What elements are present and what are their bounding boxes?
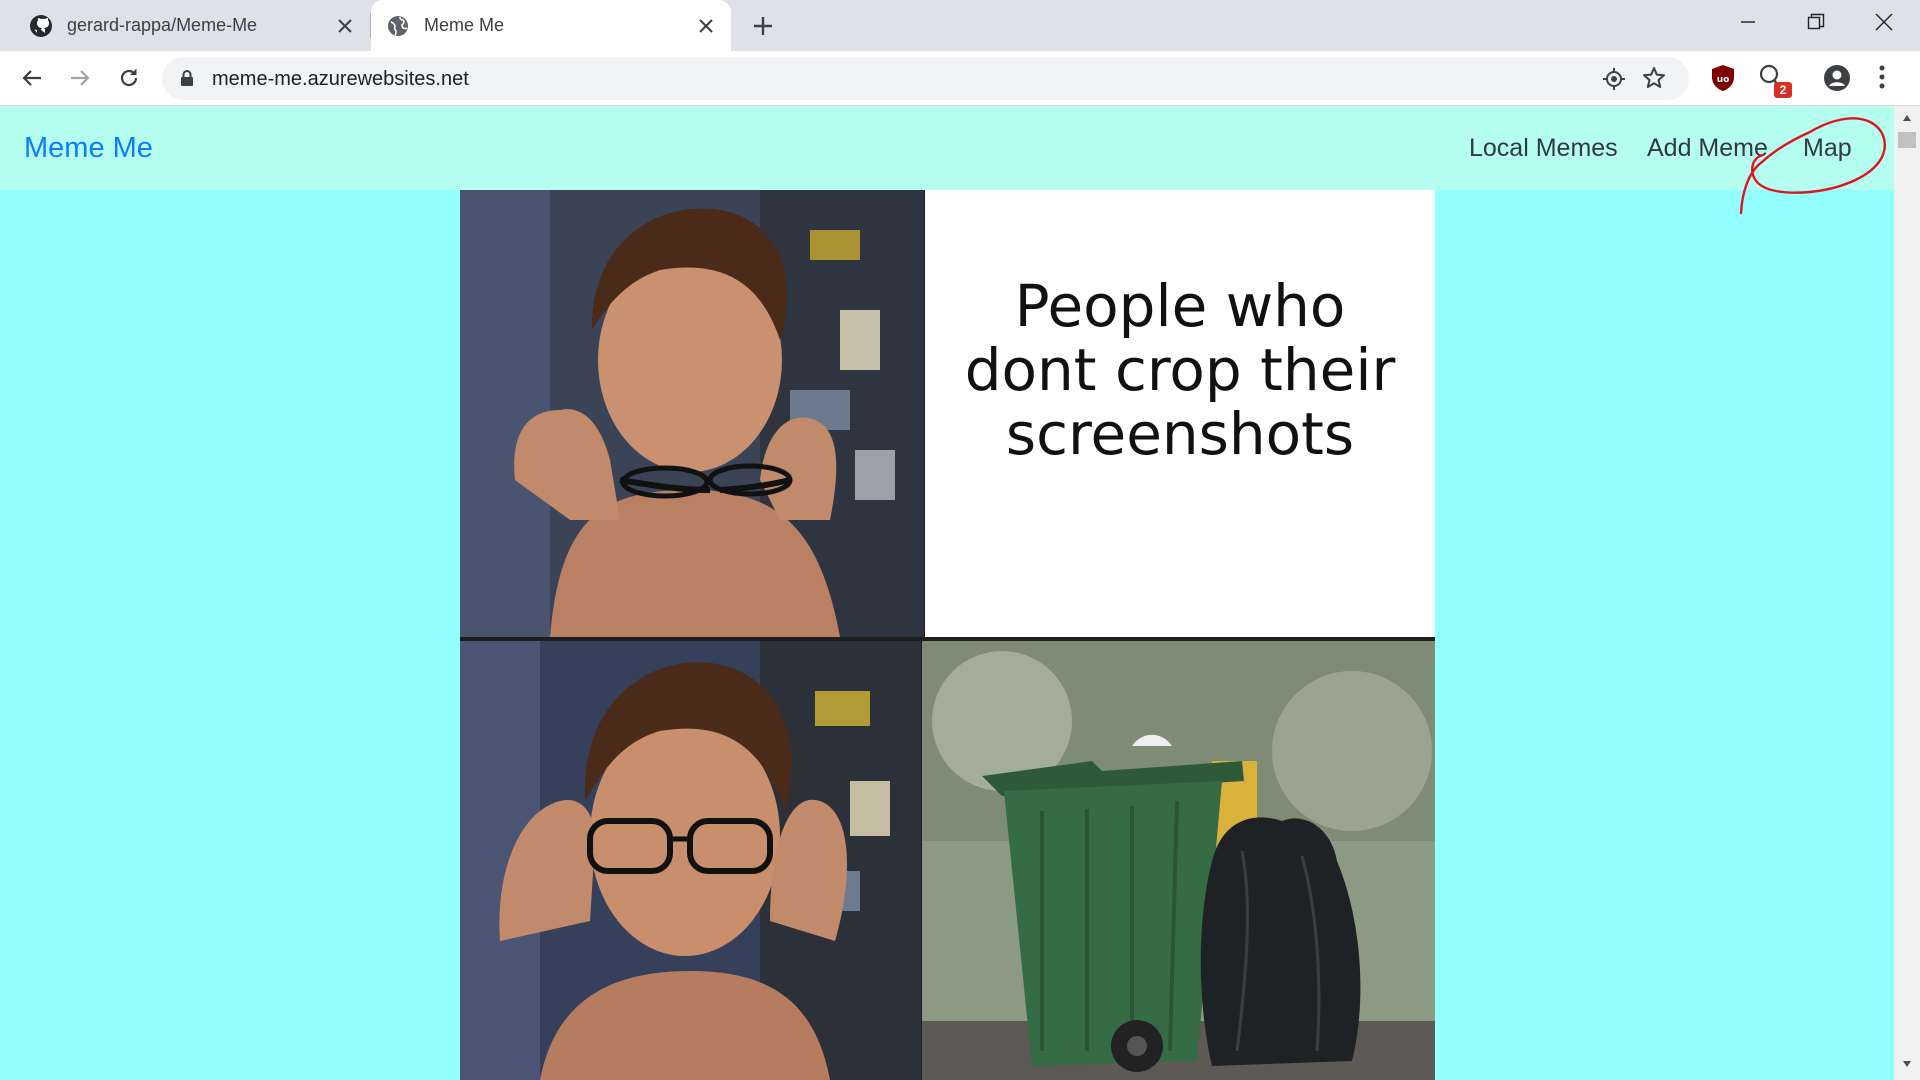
nav-local-memes[interactable]: Local Memes (1469, 134, 1618, 163)
red-circle-annotation (1739, 117, 1886, 215)
address-bar[interactable]: meme-me.azurewebsites.net (162, 57, 1689, 100)
extension-badge: 2 (1774, 82, 1792, 98)
scrollbar-thumb[interactable] (1898, 132, 1916, 148)
meme-image: People who dont crop their screenshots (460, 190, 1435, 1080)
meme-panel-person-wearing-glasses (460, 641, 921, 1080)
meme-panel-trash-bin (922, 641, 1435, 1080)
close-window-icon[interactable] (1850, 0, 1918, 44)
page-scrollbar[interactable] (1894, 106, 1920, 1080)
forward-arrow-icon[interactable] (63, 61, 97, 95)
svg-text:uo: uo (1717, 75, 1730, 85)
new-tab-icon[interactable] (748, 11, 778, 41)
tab-meme-me[interactable]: Meme Me (371, 0, 731, 51)
globe-icon (386, 14, 410, 38)
brand-link[interactable]: Meme Me (24, 132, 153, 165)
ublock-shield-icon[interactable]: uo (1710, 64, 1736, 97)
scroll-down-arrow-icon[interactable] (1902, 1060, 1912, 1068)
github-icon (29, 14, 53, 38)
more-menu-icon[interactable] (1878, 64, 1886, 95)
location-icon[interactable] (1602, 67, 1626, 96)
tab-strip: gerard-rappa/Meme-Me Meme Me (0, 0, 1920, 51)
minimize-icon[interactable] (1714, 0, 1782, 44)
url-text[interactable]: meme-me.azurewebsites.net (212, 68, 469, 91)
meme-panel-person-removing-glasses (460, 190, 924, 637)
scroll-up-arrow-icon[interactable] (1902, 114, 1912, 122)
page-viewport: Meme Me Local Memes Add Meme Map People … (0, 106, 1894, 1080)
meme-panel-caption: People who dont crop their screenshots (925, 190, 1435, 637)
close-tab-icon[interactable] (693, 13, 719, 39)
browser-toolbar: meme-me.azurewebsites.net uo 2 (0, 51, 1920, 106)
back-arrow-icon[interactable] (15, 61, 49, 95)
tab-github[interactable]: gerard-rappa/Meme-Me (14, 0, 370, 51)
profile-avatar-icon[interactable] (1823, 64, 1851, 97)
reload-icon[interactable] (112, 61, 146, 95)
bookmark-star-icon[interactable] (1642, 66, 1666, 95)
tab-title: Meme Me (424, 15, 505, 35)
close-tab-icon[interactable] (332, 13, 358, 39)
meme-caption-text: People who dont crop their screenshots (964, 271, 1396, 468)
site-navbar: Meme Me Local Memes Add Meme Map (0, 106, 1894, 215)
restore-icon[interactable] (1782, 0, 1850, 44)
tab-title: gerard-rappa/Meme-Me (67, 15, 258, 35)
lock-icon[interactable] (180, 70, 194, 92)
